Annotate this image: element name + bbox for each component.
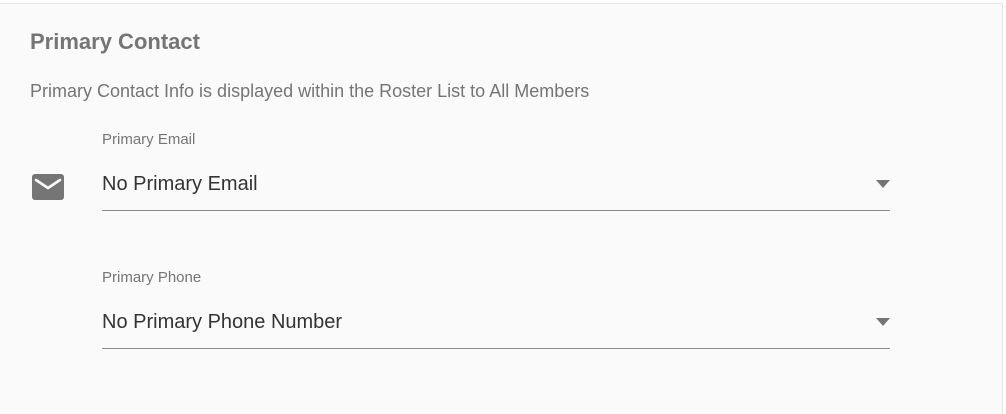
primary-phone-label: Primary Phone (102, 269, 202, 286)
dropdown-arrow-icon (876, 180, 890, 188)
primary-email-field: Primary Email No Primary Email (102, 131, 890, 211)
dropdown-arrow-icon (876, 318, 890, 326)
primary-contact-card: Primary Contact Primary Contact Info is … (0, 3, 1003, 414)
primary-email-value: No Primary Email (102, 173, 258, 195)
primary-phone-field: Primary Phone No Primary Phone Number (102, 269, 890, 349)
section-description: Primary Contact Info is displayed within… (30, 81, 590, 101)
primary-phone-value: No Primary Phone Number (102, 311, 343, 333)
primary-email-select[interactable]: No Primary Email (102, 172, 890, 211)
primary-email-label: Primary Email (102, 131, 196, 148)
primary-phone-select[interactable]: No Primary Phone Number (102, 310, 890, 349)
mail-icon (32, 174, 64, 200)
section-title: Primary Contact (30, 29, 200, 54)
